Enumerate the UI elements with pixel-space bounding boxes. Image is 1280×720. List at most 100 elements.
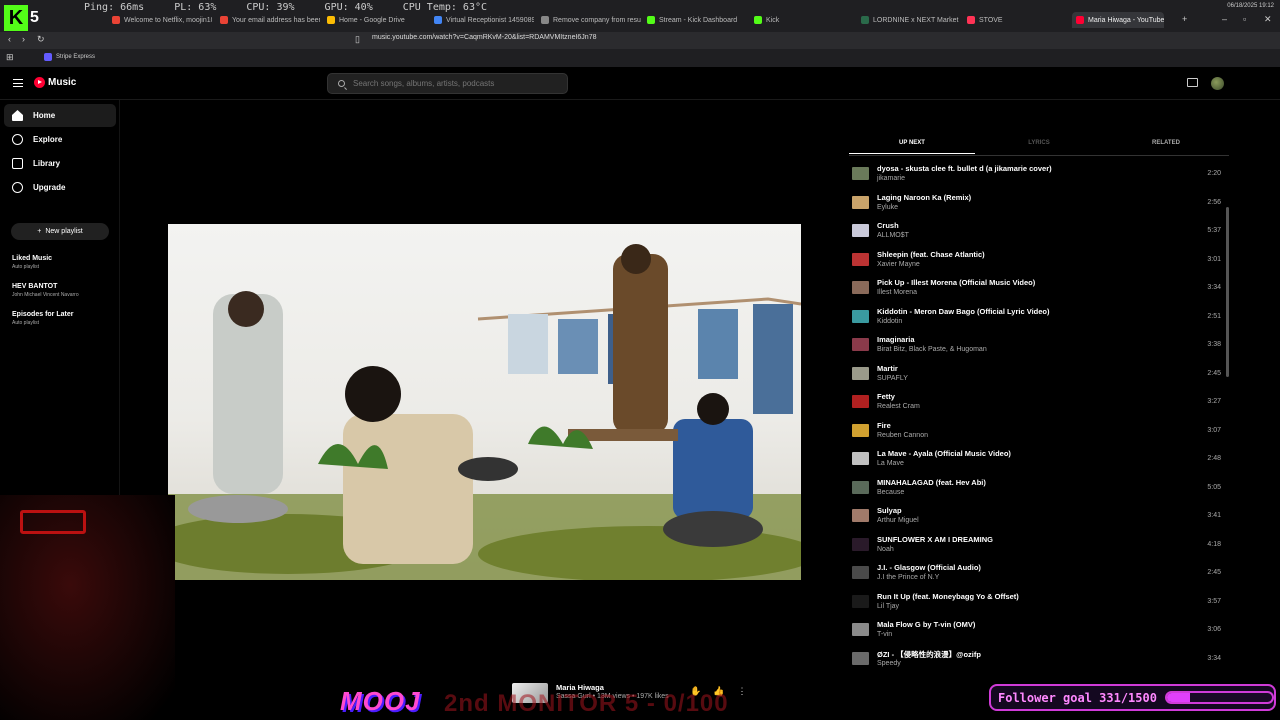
- queue-artist[interactable]: Illest Morena: [877, 289, 917, 296]
- mooj-logo: MOOJ: [340, 686, 421, 716]
- browser-tab[interactable]: LORDNINE x NEXT Market: [861, 12, 961, 28]
- new-tab-button[interactable]: +: [1182, 14, 1187, 24]
- queue-item[interactable]: Laging Naroon Ka (Remix) Eyluke 2:56: [849, 189, 1221, 218]
- search-box[interactable]: [327, 73, 568, 94]
- avatar[interactable]: [1211, 77, 1224, 90]
- queue-duration: 3:27: [1207, 398, 1221, 405]
- browser-tab[interactable]: Kick: [754, 12, 854, 28]
- minimize-icon[interactable]: –: [1222, 14, 1227, 24]
- follower-goal-label: Follower goal 331/1500: [998, 690, 1157, 705]
- queue-thumbnail: [852, 338, 869, 351]
- queue-artist[interactable]: T-vin: [877, 631, 892, 638]
- tab-favicon-icon: [754, 16, 762, 24]
- close-icon[interactable]: ✕: [1264, 14, 1272, 25]
- queue-artist[interactable]: Lil Tjay: [877, 603, 899, 610]
- nav-library[interactable]: Library: [4, 152, 116, 175]
- cast-icon[interactable]: [1187, 78, 1198, 87]
- queue-artist[interactable]: Kiddotin: [877, 318, 902, 325]
- queue-artist[interactable]: ALLMO$T: [877, 232, 909, 239]
- tab-up-next[interactable]: UP NEXT: [849, 140, 975, 154]
- tab-favicon-icon: [434, 16, 442, 24]
- queue-artist[interactable]: Xavier Mayne: [877, 261, 920, 268]
- browser-tab[interactable]: Welcome to Netflix, moojin10...: [112, 12, 212, 28]
- nav-explore[interactable]: Explore: [4, 128, 116, 151]
- queue-item[interactable]: MINAHALAGAD (feat. Hev Abi) Because 5:05: [849, 474, 1221, 503]
- queue-title: Fire: [877, 420, 891, 430]
- queue-item[interactable]: Fire Reuben Cannon 3:07: [849, 417, 1221, 446]
- maximize-icon[interactable]: ▫: [1243, 14, 1246, 24]
- queue-item[interactable]: SUNFLOWER X AM I DREAMING Noah 4:18: [849, 531, 1221, 560]
- tab-favicon-icon: [541, 16, 549, 24]
- forward-icon[interactable]: ›: [22, 34, 25, 44]
- queue-item[interactable]: Imaginaria Birat Bitz, Black Paste, & Hug…: [849, 331, 1221, 360]
- queue-item[interactable]: Run It Up (feat. Moneybagg Yo & Offset) L…: [849, 588, 1221, 617]
- queue-item[interactable]: ØZI - 【侵略性的浪漫】@ozifp Speedy 3:34: [849, 645, 1221, 674]
- browser-tab[interactable]: Stream - Kick Dashboard: [647, 12, 747, 28]
- browser-tab[interactable]: Remove company from resume...: [541, 12, 641, 28]
- menu-icon[interactable]: [13, 79, 23, 87]
- queue-item[interactable]: Sulyap Arthur Miguel 3:41: [849, 502, 1221, 531]
- bookmark-icon[interactable]: ▯: [355, 34, 360, 45]
- queue-artist[interactable]: Because: [877, 489, 904, 496]
- queue-artist[interactable]: Speedy: [877, 660, 901, 667]
- queue-thumbnail: [852, 252, 869, 266]
- queue-title: Crush: [877, 221, 899, 230]
- new-playlist-button[interactable]: + New playlist: [11, 223, 109, 240]
- queue-item[interactable]: Crush ALLMO$T 5:37: [849, 217, 1221, 246]
- search-input[interactable]: [353, 79, 553, 88]
- tab-related[interactable]: RELATED: [1103, 140, 1229, 146]
- playlist-title: Liked Music: [12, 255, 53, 262]
- apps-icon[interactable]: ⊞: [6, 52, 14, 63]
- video-player[interactable]: [168, 224, 801, 580]
- kick-logo-icon: K: [4, 5, 28, 31]
- nav-label: Library: [33, 159, 61, 168]
- queue-item[interactable]: Shleepin (feat. Chase Atlantic) Xavier Ma…: [849, 246, 1221, 275]
- queue-thumbnail: [852, 167, 869, 180]
- queue-artist[interactable]: Realest Cram: [877, 403, 920, 410]
- browser-tab[interactable]: Maria Hiwaga - YouTube: [1072, 12, 1164, 28]
- queue-artist[interactable]: La Mave: [877, 460, 904, 467]
- playlist-liked-music[interactable]: Liked Music Auto playlist: [12, 255, 52, 270]
- bookmarks-bar: ⊞ Stripe Express: [0, 49, 1280, 67]
- ytmusic-logo[interactable]: Music: [34, 77, 76, 88]
- browser-tabbar: Ping: 66ms PL: 63% CPU: 39% GPU: 40% CPU…: [0, 0, 1280, 32]
- queue-duration: 3:01: [1207, 255, 1221, 263]
- tab-lyrics[interactable]: LYRICS: [976, 140, 1102, 146]
- queue-artist[interactable]: Eyluke: [877, 204, 898, 211]
- queue-item[interactable]: La Mave - Ayala (Official Music Video) La…: [849, 445, 1221, 474]
- playlist-episodes-for-later[interactable]: Episodes for Later Auto playlist: [12, 311, 73, 326]
- queue-title: Kiddotin - Meron Daw Bago (Official Lyri…: [877, 306, 1050, 316]
- browser-tab[interactable]: Home - Google Drive: [327, 12, 427, 28]
- reload-icon[interactable]: ↻: [37, 34, 45, 45]
- tab-label: Home - Google Drive: [339, 16, 405, 24]
- queue-title: La Mave - Ayala (Official Music Video): [877, 449, 1011, 458]
- browser-tab[interactable]: Your email address has been c...: [220, 12, 320, 28]
- queue-scrollbar[interactable]: [1226, 207, 1229, 377]
- queue-item[interactable]: Pick Up - Illest Morena (Official Music …: [849, 274, 1221, 303]
- queue-item[interactable]: J.I. - Glasgow (Official Audio) J.I the P…: [849, 559, 1221, 588]
- queue-artist[interactable]: Reuben Cannon: [877, 432, 928, 439]
- browser-tab[interactable]: Virtual Receptionist 1459089 ...: [434, 12, 534, 28]
- bookmark-stripe-express[interactable]: Stripe Express: [44, 53, 95, 61]
- nav-upgrade[interactable]: Upgrade: [4, 176, 116, 199]
- tab-favicon-icon: [861, 16, 869, 24]
- playlist-hev-bantot[interactable]: HEV BANTOT John Michael Vincent Navarro: [12, 283, 79, 298]
- queue-artist[interactable]: Arthur Miguel: [877, 517, 919, 524]
- browser-tab[interactable]: STOVE: [967, 12, 1067, 28]
- tab-label: Virtual Receptionist 1459089 ...: [446, 16, 534, 24]
- queue-item[interactable]: Fetty Realest Cram 3:27: [849, 388, 1221, 417]
- nav-home[interactable]: Home: [4, 104, 116, 127]
- queue-artist[interactable]: SUPAFLY: [877, 375, 908, 382]
- queue-artist[interactable]: J.I the Prince of N.Y: [877, 574, 939, 581]
- queue-list: dyosa - skusta clee ft. bullet d (a jika…: [849, 160, 1229, 673]
- back-icon[interactable]: ‹: [8, 34, 11, 44]
- queue-item[interactable]: Martir SUPAFLY 2:45: [849, 360, 1221, 389]
- queue-item[interactable]: Mala Flow G by T-vin (OMV) T-vin 3:06: [849, 616, 1221, 645]
- queue-artist[interactable]: Noah: [877, 546, 894, 553]
- queue-item[interactable]: dyosa - skusta clee ft. bullet d (a jika…: [849, 160, 1221, 189]
- queue-artist[interactable]: Birat Bitz, Black Paste, & Hugoman: [877, 346, 987, 353]
- more-options-icon[interactable]: ⋮: [736, 686, 748, 698]
- queue-artist[interactable]: jikamarie: [877, 175, 905, 182]
- url-field[interactable]: music.youtube.com/watch?v=CaqmRKvM-20&li…: [372, 34, 596, 41]
- queue-item[interactable]: Kiddotin - Meron Daw Bago (Official Lyri…: [849, 303, 1221, 332]
